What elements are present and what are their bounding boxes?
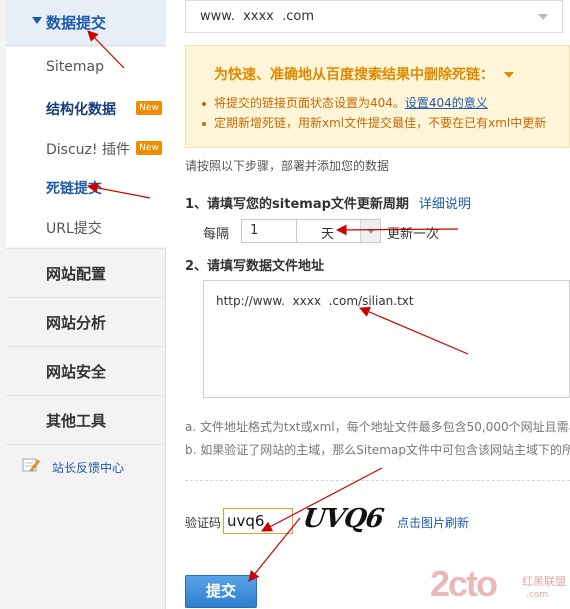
captcha-label: 验证码 (185, 516, 222, 530)
tip-a: a. 文件地址格式为txt或xml，每个地址文件最多包含50,000个网址且需小… (185, 420, 570, 434)
data-file-url-value: http://www. xxxx .com/silian.txt (216, 294, 414, 308)
period-prefix: 每隔 (203, 227, 230, 242)
feedback-label: 站长反馈中心 (52, 461, 125, 475)
watermark-logo: 2cto 红黑联盟 .com (430, 563, 570, 609)
new-badge: New (136, 141, 162, 155)
sidebar-group-label: 其他工具 (46, 412, 107, 430)
bullet-icon (202, 121, 206, 126)
chevron-down-icon (538, 14, 548, 20)
watermark-domain: .com (526, 590, 549, 600)
site-select[interactable]: www. xxxx .com (185, 0, 563, 33)
sidebar-item-sitemap[interactable]: Sitemap (46, 59, 104, 75)
site-select-value: www. xxxx .com (200, 9, 315, 24)
notice-box: 为快速、准确地从百度搜索结果中删除死链： 将提交的链接页面状态设置为404。设置… (185, 45, 570, 148)
notice-item: 将提交的链接页面状态设置为404。设置404的意义 (202, 94, 488, 111)
main-content: www. xxxx .com 为快速、准确地从百度搜索结果中删除死链： 将提交的… (167, 0, 570, 609)
step1-title: 1、请填写您的sitemap文件更新周期 详细说明 (185, 197, 471, 212)
divider (185, 480, 570, 481)
sidebar-item-discuz-plugin[interactable]: Discuz! 插件 (46, 139, 130, 159)
sidebar-feedback-center[interactable]: 站长反馈中心 (6, 444, 166, 488)
sidebar-group-label: 网站配置 (46, 265, 107, 283)
tip-b: b. 如果验证了网站的主域，那么Sitemap文件中可包含该网站主域下的所有 (185, 443, 570, 457)
sidebar-group-label: 网站分析 (46, 314, 107, 332)
period-unit-select[interactable]: 天 (297, 219, 381, 243)
captcha-image[interactable]: UVQ6 (301, 504, 390, 538)
help-link[interactable]: 详细说明 (419, 197, 471, 212)
sidebar-group-label: 网站安全 (46, 363, 107, 381)
notice-item: 定期新增死链，用新xml文件提交最佳，不要在已有xml中更新 (202, 114, 546, 131)
sidebar-item-url-submit[interactable]: URL提交 (46, 218, 102, 238)
sidebar-group-site-config[interactable]: 网站配置 (6, 248, 166, 296)
refresh-captcha-link[interactable]: 点击图片刷新 (397, 514, 469, 531)
chevron-down-icon (360, 220, 380, 242)
data-file-url-textarea[interactable]: http://www. xxxx .com/silian.txt (203, 280, 570, 398)
step2-title: 2、请填写数据文件地址 (185, 259, 325, 274)
period-number-input[interactable]: 1 (241, 219, 297, 243)
triangle-down-icon (32, 17, 42, 24)
bullet-icon (202, 101, 206, 106)
watermark-subtext: 红黑联盟 (522, 575, 566, 588)
sidebar-section-data-submit[interactable]: 数据提交 (6, 0, 166, 46)
period-suffix: 更新一次 (387, 227, 440, 242)
sidebar-item-dead-link-submit[interactable]: 死链提交 (46, 178, 102, 198)
notice-title: 为快速、准确地从百度搜索结果中删除死链： (214, 64, 514, 84)
new-badge: New (136, 101, 162, 115)
edit-note-icon (22, 457, 40, 473)
triangle-down-icon (504, 72, 514, 78)
sidebar-group-other-tools[interactable]: 其他工具 (6, 395, 166, 443)
period-unit-value: 天 (321, 227, 335, 242)
sidebar-group-site-analysis[interactable]: 网站分析 (6, 297, 166, 345)
captcha-input[interactable]: uvq6 (223, 508, 293, 534)
sidebar-section-label: 数据提交 (46, 14, 107, 32)
sidebar-item-structured-data[interactable]: 结构化数据 (46, 99, 116, 119)
sidebar-submenu: Sitemap 结构化数据 New Discuz! 插件 New 死链提交 UR… (6, 47, 166, 247)
watermark-text: 2cto (430, 563, 498, 604)
intro-text: 请按照以下步骤，部署并添加您的数据 (185, 159, 390, 173)
sidebar: 数据提交 Sitemap 结构化数据 New Discuz! 插件 New 死链… (0, 0, 166, 609)
sidebar-group-site-security[interactable]: 网站安全 (6, 346, 166, 394)
submit-button[interactable]: 提交 (185, 575, 257, 608)
notice-404-link[interactable]: 设置404的意义 (405, 96, 488, 110)
